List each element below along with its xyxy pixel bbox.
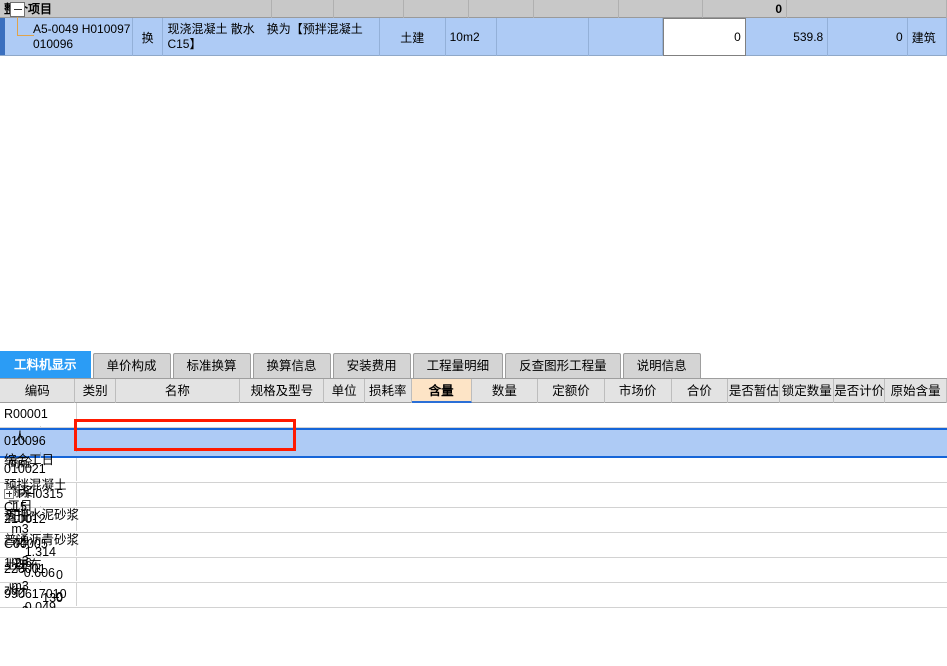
cell-编码: 010096: [0, 430, 77, 452]
top-item-grid: 整个项目 0 A5-0049 H010097 010096 换 现浇混凝土 散水…: [0, 0, 947, 57]
column-header-5[interactable]: 损耗率: [365, 379, 412, 403]
column-header-14[interactable]: 原始含量: [885, 379, 947, 403]
column-header-6[interactable]: 含量: [411, 379, 472, 403]
column-header-7[interactable]: 数量: [472, 379, 539, 403]
table-row[interactable]: 210012材土工布m20.72103.43.400.72: [0, 508, 947, 608]
column-header-8[interactable]: 定额价: [538, 379, 605, 403]
tab-7[interactable]: 说明信息: [622, 353, 701, 378]
top-header-blank-c: [404, 0, 469, 18]
column-header-10[interactable]: 合价: [672, 379, 729, 403]
top-header-value: 0: [703, 0, 787, 18]
grid-body: R00001人综合工日工日1.314013016001.31010096商砼预拌…: [0, 403, 947, 608]
top-row-unit: 10m2: [446, 18, 497, 56]
top-row-quantity-input[interactable]: 0: [663, 18, 746, 56]
tab-1[interactable]: 单价构成: [92, 353, 171, 378]
collapse-expander-minus-icon[interactable]: [10, 2, 25, 17]
tab-3[interactable]: 换算信息: [252, 353, 331, 378]
top-header-blank-d: [469, 0, 534, 18]
top-row-specialty: 土建: [380, 18, 446, 56]
tree-connector-horizontal: [17, 35, 34, 36]
top-grid-header-row: 整个项目 0: [0, 0, 947, 18]
top-header-blank-e: [534, 0, 619, 18]
expand-plus-icon[interactable]: [4, 488, 14, 499]
top-grid-data-row[interactable]: A5-0049 H010097 010096 换 现浇混凝土 散水 换为【预拌混…: [0, 18, 947, 56]
tab-2[interactable]: 标准换算: [172, 353, 251, 378]
top-row-flag: 换: [133, 18, 164, 56]
tab-4[interactable]: 安装费用: [332, 353, 411, 378]
top-row-tail: 建筑: [908, 18, 947, 56]
tree-connector-vertical: [17, 17, 18, 36]
top-header-blank-b: [334, 0, 404, 18]
column-header-0[interactable]: 编码: [0, 379, 76, 403]
top-header-blank-a: [272, 0, 334, 18]
top-row-code: A5-0049 H010097 010096: [5, 18, 133, 56]
tab-5[interactable]: 工程量明细: [412, 353, 504, 378]
top-row-total: 0: [828, 18, 908, 56]
top-row-name: 现浇混凝土 散水 换为【预拌混凝土C15】: [163, 18, 380, 56]
column-header-9[interactable]: 市场价: [605, 379, 672, 403]
column-header-11[interactable]: 是否暂估: [728, 379, 781, 403]
column-header-4[interactable]: 单位: [324, 379, 365, 403]
top-row-code-line2: 010096: [33, 37, 74, 51]
table-row[interactable]: PH0315配比普通沥青砂浆1:2:6m30.0501237.291237.29…: [0, 483, 947, 608]
table-row[interactable]: 010096商砼预拌混凝土C15m30.606039839800.606: [0, 428, 947, 608]
grid-header-row: 编码 类别 名称 规格及型号 单位 损耗率 含量 数量 定额价 市场价 合价 是否暂估 锁定数量 是否计价…: [0, 378, 947, 403]
top-header-title: 整个项目: [0, 0, 272, 18]
cell-编码: 220001: [0, 558, 77, 581]
column-header-3[interactable]: 规格及型号: [240, 379, 325, 403]
table-row[interactable]: 990617010机混凝土抹平机5.5kW台班0.1028.7928.7900.: [0, 583, 947, 608]
top-row-price: 539.8: [746, 18, 829, 56]
table-row[interactable]: R00001人综合工日工日1.314013016001.31: [0, 403, 947, 608]
column-header-2[interactable]: 名称: [116, 379, 241, 403]
application-window: 整个项目 0 A5-0049 H010097 010096 换 现浇混凝土 散水…: [0, 0, 947, 666]
tab-6[interactable]: 反查图形工程量: [505, 353, 621, 378]
top-header-blank-f: [619, 0, 703, 18]
table-row[interactable]: 010021商浆预拌水泥砂浆m30.049033033000.04: [0, 458, 947, 608]
top-row-blank1: [497, 18, 589, 56]
cell-编码: R00001: [0, 403, 77, 426]
table-row[interactable]: 220001材电kW.h0.0300.760.7600.03: [0, 558, 947, 608]
column-header-12[interactable]: 锁定数量: [780, 379, 835, 403]
cell-编码: 990617010: [0, 583, 77, 606]
cell-code-text: PH0315: [18, 487, 64, 501]
table-row[interactable]: C00005材水m33.435012.9312.9303.435: [0, 533, 947, 608]
tab-0[interactable]: 工料机显示: [0, 351, 91, 378]
column-header-1[interactable]: 类别: [75, 379, 116, 403]
column-header-13[interactable]: 是否计价: [834, 379, 886, 403]
top-header-blank-g: [787, 0, 947, 18]
top-row-blank2: [589, 18, 664, 56]
material-labor-machine-grid: 编码 类别 名称 规格及型号 单位 损耗率 含量 数量 定额价 市场价 合价 是否暂估 锁定数量 是否计价…: [0, 378, 947, 608]
top-row-code-line1: A5-0049 H010097: [33, 22, 131, 36]
detail-tab-bar: 工料机显示 单价构成 标准换算 换算信息 安装费用 工程量明细 反查图形工程量 说明信息: [0, 351, 947, 378]
